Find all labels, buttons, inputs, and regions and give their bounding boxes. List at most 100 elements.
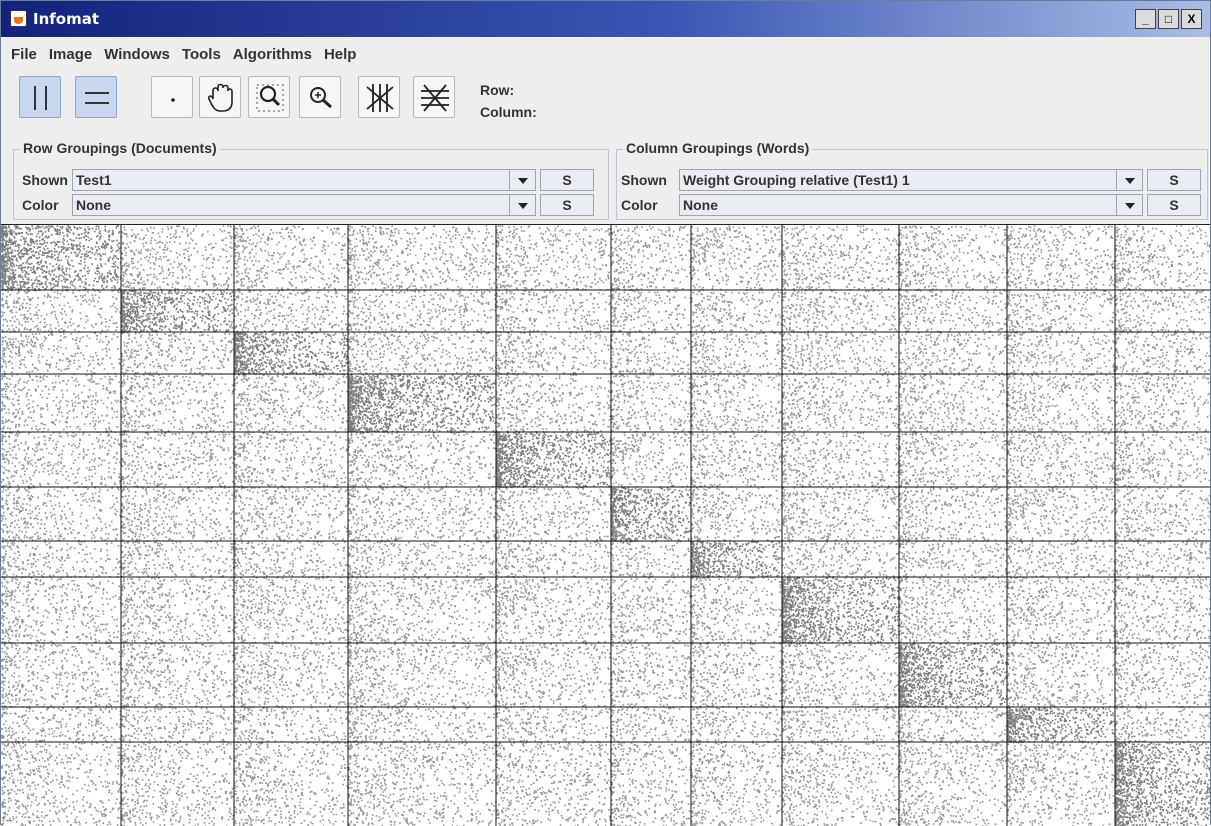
chevron-down-icon[interactable] xyxy=(1116,195,1142,215)
matrix-block[interactable] xyxy=(1007,225,1117,292)
matrix-block[interactable] xyxy=(691,577,784,645)
menu-windows[interactable]: Windows xyxy=(104,46,170,63)
matrix-block[interactable] xyxy=(899,707,1008,744)
matrix-block[interactable] xyxy=(1115,643,1210,709)
matrix-block[interactable] xyxy=(691,541,784,579)
matrix-block[interactable] xyxy=(782,643,901,709)
chevron-down-icon[interactable] xyxy=(1116,170,1142,190)
matrix-block[interactable] xyxy=(1007,487,1116,543)
row-color-select[interactable]: None xyxy=(72,194,536,216)
matrix-block[interactable] xyxy=(899,643,1009,709)
matrix-block[interactable] xyxy=(1007,432,1117,488)
matrix-block[interactable] xyxy=(899,742,1009,826)
menu-tools[interactable]: Tools xyxy=(182,46,221,63)
matrix-block[interactable] xyxy=(1,643,123,709)
matrix-block[interactable] xyxy=(121,541,235,579)
matrix-block[interactable] xyxy=(496,432,613,489)
matrix-block[interactable] xyxy=(234,487,350,543)
matrix-block[interactable] xyxy=(234,290,350,334)
menu-algorithms[interactable]: Algorithms xyxy=(233,46,312,63)
matrix-block[interactable] xyxy=(1115,487,1210,543)
matrix-block[interactable] xyxy=(121,487,235,542)
matrix-block[interactable] xyxy=(782,742,901,826)
title-bar[interactable]: Infomat _ □ X xyxy=(1,1,1210,37)
row-select-button[interactable] xyxy=(75,76,117,118)
zoom-in-button[interactable] xyxy=(299,76,341,118)
matrix-block[interactable] xyxy=(691,332,784,376)
matrix-block[interactable] xyxy=(121,332,236,376)
matrix-block[interactable] xyxy=(691,742,784,826)
matrix-block[interactable] xyxy=(691,432,784,489)
matrix-block[interactable] xyxy=(899,577,1008,645)
maximize-button[interactable]: □ xyxy=(1158,9,1179,29)
matrix-block[interactable] xyxy=(782,374,901,434)
menu-file[interactable]: File xyxy=(11,46,37,63)
matrix-block[interactable] xyxy=(782,432,901,489)
matrix-block[interactable] xyxy=(1,374,123,434)
matrix-block[interactable] xyxy=(611,577,693,645)
matrix-block[interactable] xyxy=(496,487,613,543)
matrix-block[interactable] xyxy=(782,332,900,376)
matrix-block[interactable] xyxy=(348,707,498,744)
matrix-block[interactable] xyxy=(691,643,784,709)
matrix-block[interactable] xyxy=(121,290,235,334)
matrix-block[interactable] xyxy=(611,225,692,292)
matrix-block[interactable] xyxy=(1115,577,1210,645)
matrix-block[interactable] xyxy=(1115,374,1210,434)
pan-tool-button[interactable] xyxy=(199,76,241,118)
matrix-block[interactable] xyxy=(234,225,350,292)
matrix-block[interactable] xyxy=(1007,707,1116,744)
column-color-s-button[interactable]: S xyxy=(1147,194,1201,216)
matrix-block[interactable] xyxy=(348,374,498,434)
matrix-block[interactable] xyxy=(234,742,350,826)
matrix-block[interactable] xyxy=(496,290,613,334)
matrix-block[interactable] xyxy=(691,707,784,744)
matrix-block[interactable] xyxy=(611,487,693,543)
matrix-block[interactable] xyxy=(234,374,350,434)
column-select-button[interactable] xyxy=(19,76,61,118)
matrix-block[interactable] xyxy=(496,541,612,579)
matrix-block[interactable] xyxy=(234,643,350,709)
matrix-block[interactable] xyxy=(121,707,236,744)
matrix-block[interactable] xyxy=(691,225,784,292)
matrix-block[interactable] xyxy=(691,487,784,543)
matrix-block[interactable] xyxy=(611,643,693,709)
matrix-block[interactable] xyxy=(496,742,612,826)
matrix-block[interactable] xyxy=(899,332,1009,376)
matrix-block[interactable] xyxy=(1007,742,1117,826)
menu-help[interactable]: Help xyxy=(324,46,357,63)
cut-rows-button[interactable] xyxy=(413,76,455,118)
matrix-block[interactable] xyxy=(1,487,123,543)
matrix-block[interactable] xyxy=(782,487,901,543)
matrix-block[interactable] xyxy=(348,487,497,543)
matrix-block[interactable] xyxy=(1,332,122,376)
matrix-block[interactable] xyxy=(234,577,350,645)
row-color-s-button[interactable]: S xyxy=(540,194,594,216)
chevron-down-icon[interactable] xyxy=(509,195,535,215)
matrix-block[interactable] xyxy=(1,577,123,645)
matrix-block[interactable] xyxy=(899,541,1008,579)
matrix-block[interactable] xyxy=(234,432,350,489)
matrix-block[interactable] xyxy=(1115,707,1210,744)
matrix-block[interactable] xyxy=(121,742,236,826)
matrix-block[interactable] xyxy=(1115,332,1210,376)
matrix-block[interactable] xyxy=(1007,332,1116,376)
matrix-block[interactable] xyxy=(611,742,693,826)
matrix-block[interactable] xyxy=(234,707,350,744)
matrix-block[interactable] xyxy=(899,225,1009,292)
matrix-block[interactable] xyxy=(611,374,693,434)
cut-columns-button[interactable] xyxy=(358,76,400,118)
matrix-block[interactable] xyxy=(121,225,236,292)
matrix-block[interactable] xyxy=(121,643,236,709)
matrix-block[interactable] xyxy=(1115,541,1210,579)
zoom-area-button[interactable] xyxy=(248,76,290,118)
matrix-block[interactable] xyxy=(1115,290,1210,334)
matrix-block[interactable] xyxy=(496,707,613,744)
matrix-block[interactable] xyxy=(782,577,901,645)
matrix-block[interactable] xyxy=(1,432,122,489)
matrix-block[interactable] xyxy=(691,374,784,434)
matrix-block[interactable] xyxy=(348,225,498,292)
matrix-block[interactable] xyxy=(496,577,612,645)
matrix-block[interactable] xyxy=(899,432,1009,489)
matrix-block[interactable] xyxy=(899,374,1009,434)
